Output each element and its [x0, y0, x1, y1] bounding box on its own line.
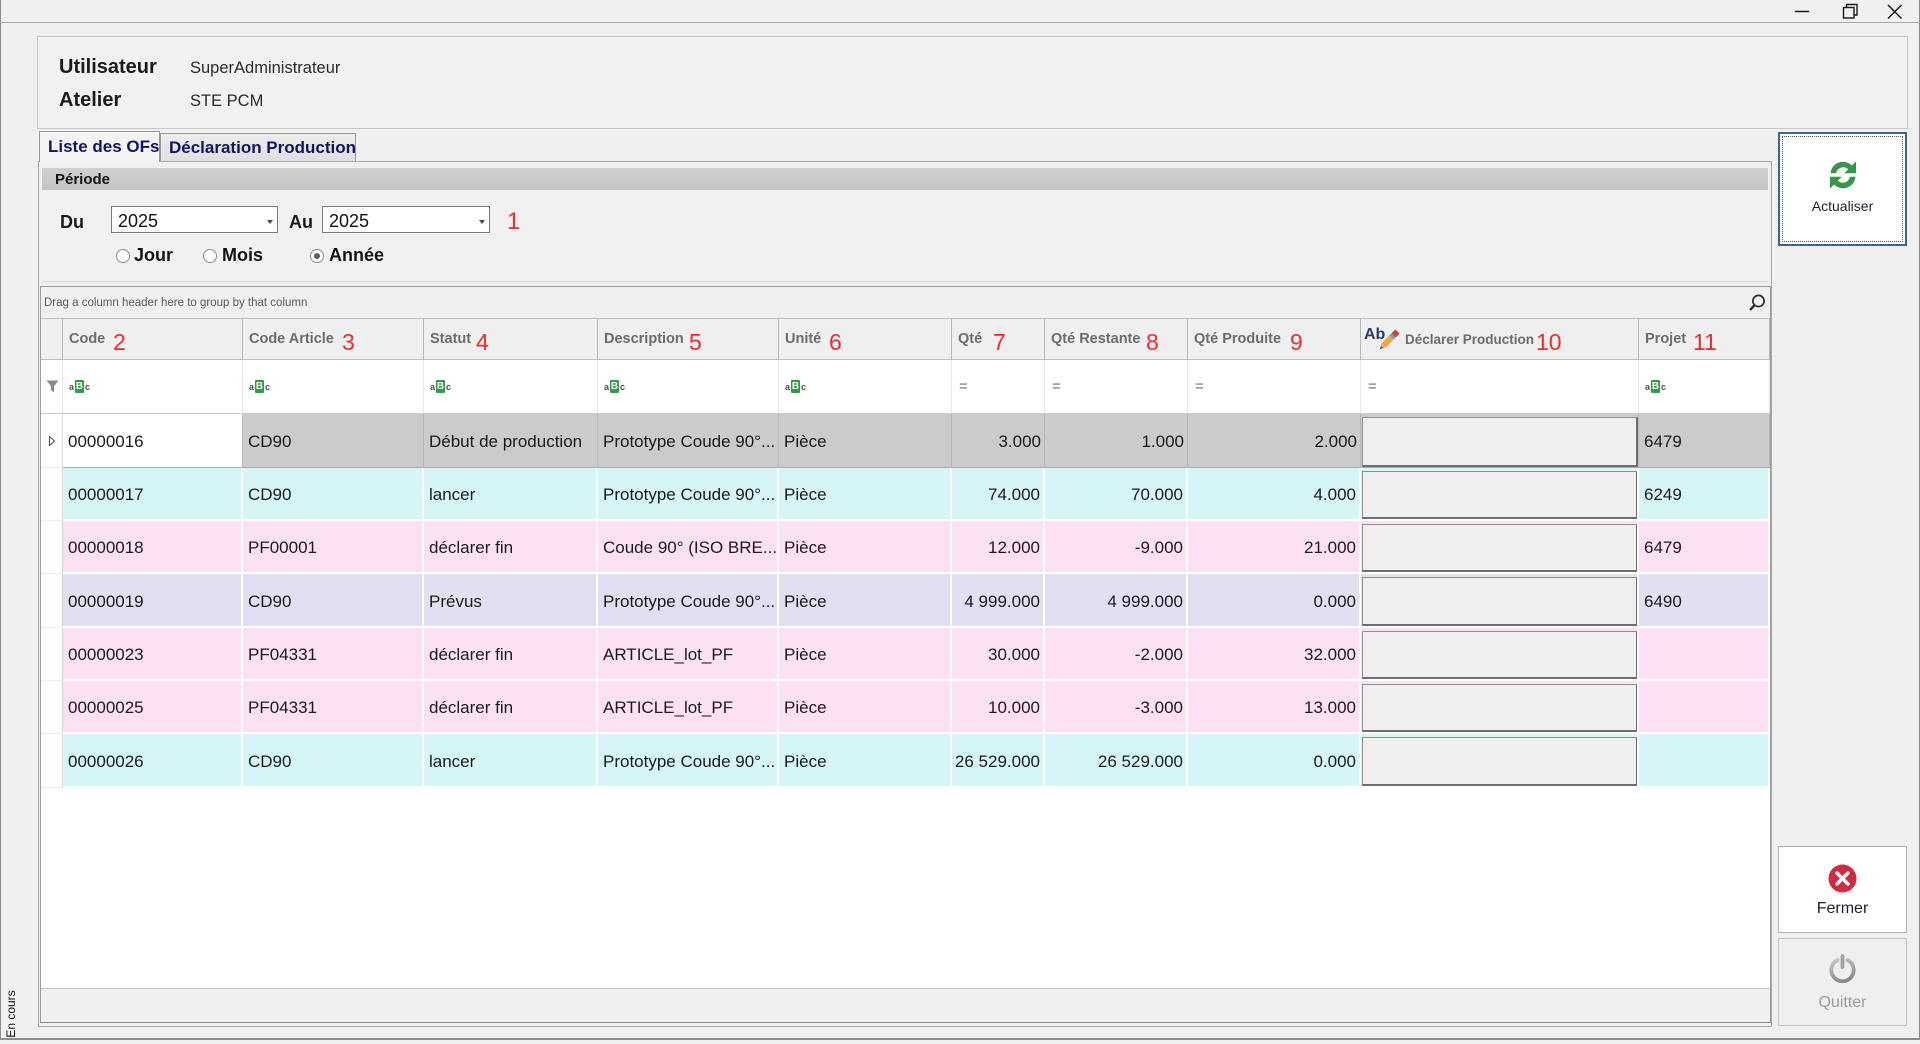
svg-text:Ab: Ab [1364, 326, 1386, 343]
